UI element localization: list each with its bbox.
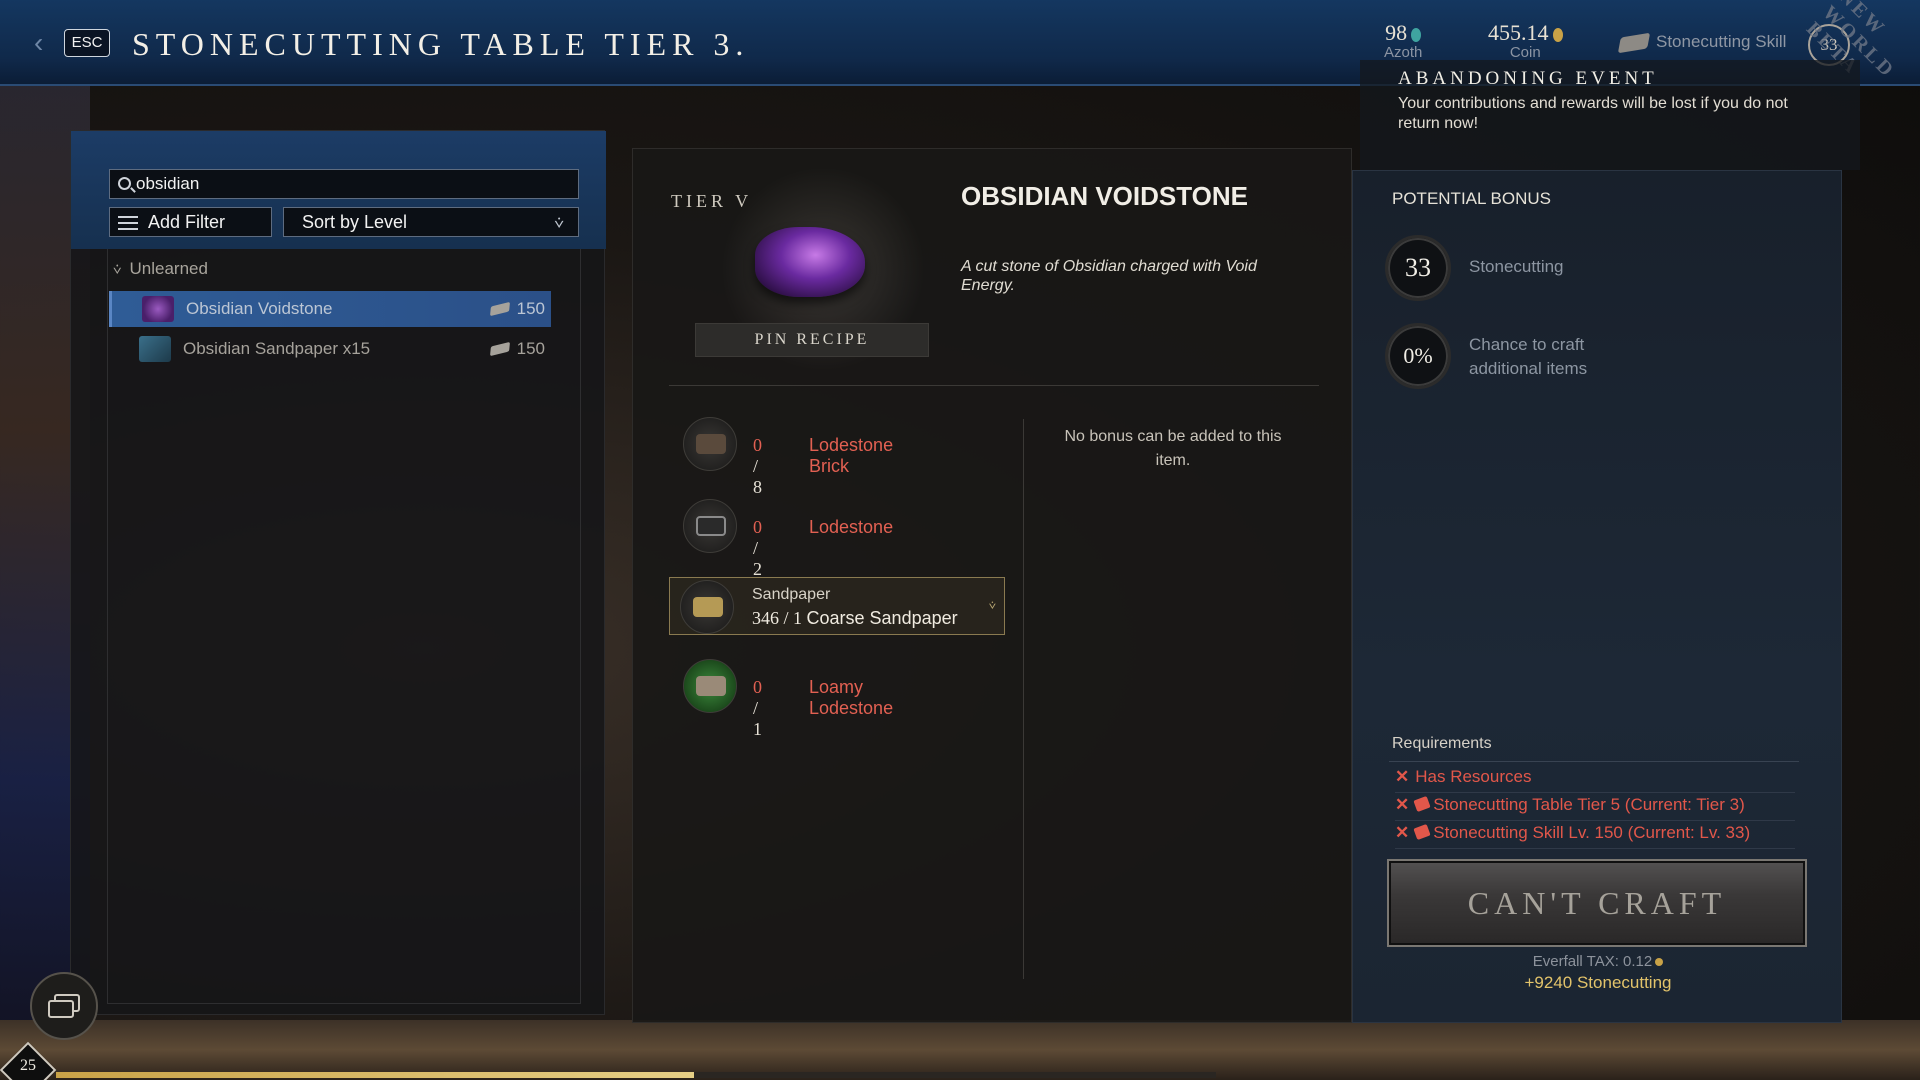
search-input[interactable]: obsidian [109,169,579,199]
coin-icon [1655,958,1664,966]
search-icon [118,177,131,190]
vertical-divider [1023,419,1024,979]
ingredient-quantity: 0 / 8 [753,435,762,497]
ingredient-name: Loamy Lodestone [809,677,894,718]
azoth-counter: 98 Azoth [1384,20,1422,61]
tier-label: TIER V [671,191,753,211]
add-filter-label: Add Filter [148,212,226,232]
ingredient-name: Lodestone [809,517,894,537]
tax-text: Everfall TAX: 0.12 [1532,953,1653,970]
ingredient-sandpaper-slot[interactable]: Sandpaper 346 / 1 Coarse Sandpaper ⩒ [669,577,1005,635]
recipe-name: Obsidian Voidstone [186,299,333,318]
recipe-level-value: 150 [516,339,545,358]
search-header: obsidian Add Filter Sort by Level ⩒ [71,131,606,249]
xp-progress-fill [56,1072,694,1078]
chance-badge: 0% [1385,323,1451,389]
group-label: Unlearned [129,259,208,278]
ingredient-quantity: 0 / 1 [753,677,762,739]
background-bottom [0,1020,1920,1080]
event-description: Your contributions and rewards will be l… [1398,95,1788,132]
requirements-title: Requirements [1392,735,1492,752]
esc-button[interactable]: ESC [64,29,110,57]
ingredient-category: Sandpaper [752,586,831,603]
chat-button[interactable] [30,972,98,1040]
ingredient-quantity: 346 / 1 Coarse Sandpaper [752,608,958,628]
coarse-sandpaper-icon [680,580,734,634]
sandpaper-thumb-icon [139,336,171,362]
recipe-item-obsidian-voidstone[interactable]: Obsidian Voidstone 150 [109,291,551,327]
skill-level-badge: 33 [1385,235,1451,301]
event-title: ABANDONING EVENT [1398,68,1658,89]
xp-gain-label: +9240 Stonecutting [1524,973,1672,992]
recipe-level-value: 150 [516,299,545,318]
craft-button[interactable]: CAN'T CRAFT [1387,859,1807,947]
skill-label: Stonecutting Skill [1656,32,1787,51]
recipe-detail-panel: TIER V PIN RECIPE OBSIDIAN VOIDSTONE A c… [632,148,1352,1023]
recipe-list-panel: obsidian Add Filter Sort by Level ⩒ ⩒ Unl… [70,130,606,1015]
loamy-lodestone-icon [683,659,737,713]
lodestone-icon [683,499,737,553]
divider [669,385,1319,386]
chevron-down-icon: ⩒ [554,215,564,232]
skill-name: Stonecutting [1469,257,1564,276]
abandoning-event-banner: ABANDONING EVENT Your contributions and … [1360,60,1860,170]
skill-indicator: Stonecutting Skill [1617,32,1787,53]
stone-icon [489,341,510,357]
fail-x-icon: ✕ [1395,767,1410,786]
divider [1389,761,1799,762]
stone-icon [489,301,510,317]
item-description: A cut stone of Obsidian charged with Voi… [961,258,1257,294]
unlearned-group-header[interactable]: ⩒ Unlearned [113,259,208,279]
fail-x-icon: ✕ [1395,823,1410,842]
player-level: 25 [20,1057,36,1074]
recipe-level: 150 [489,299,545,319]
coin-icon [1552,27,1563,42]
bonus-panel: POTENTIAL BONUS 33 Stonecutting 0% Chanc… [1352,170,1842,1023]
azoth-label: Azoth [1384,44,1423,61]
requirement-table-tier: ✕ Stonecutting Table Tier 5 (Current: Tie… [1395,795,1795,821]
search-value: obsidian [136,174,200,193]
lodestone-brick-icon [683,417,737,471]
no-bonus-text: No bonus can be added to this item. [1064,428,1282,469]
coin-value: 455.14 [1488,20,1549,45]
ingredient-name: Lodestone Brick [809,435,894,476]
sort-label: Sort by Level [302,212,408,232]
coin-counter: 455.14 Coin [1488,20,1563,61]
requirement-has-resources: ✕ Has Resources [1395,767,1795,793]
fail-x-icon: ✕ [1395,795,1410,814]
azoth-icon [1411,27,1422,42]
stone-icon [1413,823,1431,841]
collapse-arrow-icon: ⩒ [113,261,122,277]
chat-icon-front [48,1000,74,1018]
recipe-name: Obsidian Sandpaper x15 [183,339,371,358]
obsidian-voidstone-icon [755,227,865,297]
xp-progress-bar [56,1072,1216,1078]
recipe-item-obsidian-sandpaper[interactable]: Obsidian Sandpaper x15 150 [109,331,551,367]
recipe-level: 150 [489,339,545,359]
pin-recipe-button[interactable]: PIN RECIPE [695,323,929,357]
chevron-down-icon: ⩒ [988,598,996,612]
back-chevron-icon[interactable]: ‹ [34,29,50,57]
screen-title: STONECUTTING TABLE TIER 3. [132,26,750,62]
add-filter-button[interactable]: Add Filter [109,207,272,237]
requirement-skill-level: ✕ Stonecutting Skill Lv. 150 (Current: Lv… [1395,823,1795,849]
filter-icon [118,214,138,230]
requirement-text: Has Resources [1415,767,1532,786]
ingredient-quantity: 0 / 2 [753,517,762,579]
tax-label: Everfall TAX: 0.12 [1353,953,1843,970]
voidstone-thumb-icon [142,296,174,322]
requirement-text: Stonecutting Table Tier 5 (Current: Tier… [1433,795,1745,814]
potential-bonus-title: POTENTIAL BONUS [1392,189,1552,208]
coin-label: Coin [1509,44,1541,61]
chance-label: Chance to craft additional items [1469,335,1588,378]
item-title: OBSIDIAN VOIDSTONE [961,181,1249,211]
requirement-text: Stonecutting Skill Lv. 150 (Current: Lv.… [1433,823,1751,842]
sort-dropdown[interactable]: Sort by Level ⩒ [283,207,579,237]
table-icon [1413,795,1431,813]
azoth-value: 98 [1385,20,1408,45]
stone-icon [1617,32,1651,53]
